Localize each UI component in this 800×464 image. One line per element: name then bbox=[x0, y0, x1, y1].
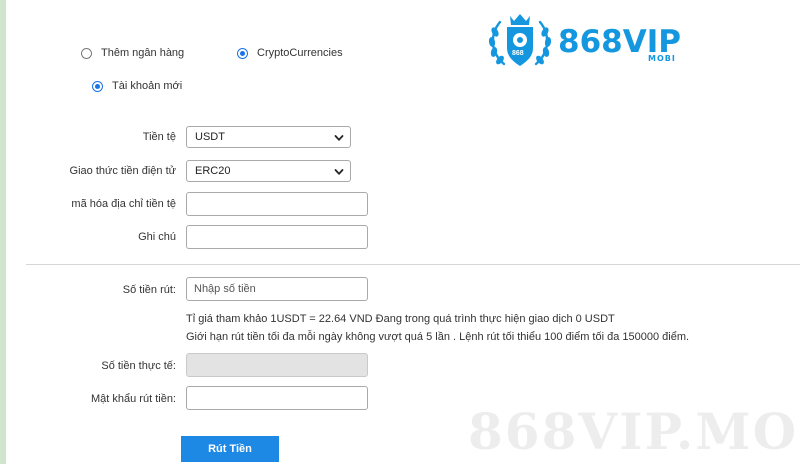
withdraw-limit-info: Giới hạn rút tiền tối đa mỗi ngày không … bbox=[186, 331, 690, 343]
amount-label: Số tiền rút: bbox=[122, 284, 176, 296]
watermark: 868VIP.MOBI bbox=[468, 402, 800, 461]
radio-add-bank-circle[interactable] bbox=[81, 47, 92, 59]
section-divider bbox=[26, 264, 800, 265]
radio-crypto-circle[interactable] bbox=[237, 47, 248, 59]
radio-add-bank-label: Thêm ngân hàng bbox=[101, 47, 185, 59]
amount-input[interactable]: Nhập số tiền bbox=[186, 277, 368, 301]
password-label: Mật khẩu rút tiền: bbox=[91, 393, 176, 405]
amount-label-wrap: Số tiền rút: bbox=[0, 284, 176, 296]
actual-amount-input bbox=[186, 353, 368, 377]
radio-crypto-label: CryptoCurrencies bbox=[257, 47, 343, 59]
note-input[interactable] bbox=[186, 225, 368, 249]
withdraw-page: Thêm ngân hàng CryptoCurrencies Tài khoả… bbox=[0, 0, 800, 464]
protocol-value: ERC20 bbox=[195, 165, 231, 177]
address-label-wrap: mã hóa địa chỉ tiền tệ bbox=[0, 198, 176, 210]
actual-amount-label-wrap: Số tiền thực tế: bbox=[0, 360, 176, 372]
chevron-down-icon bbox=[334, 135, 344, 141]
chevron-down-icon bbox=[334, 169, 344, 175]
currency-label-wrap: Tiền tệ bbox=[0, 131, 176, 143]
currency-label: Tiền tệ bbox=[142, 131, 176, 143]
radio-add-bank[interactable]: Thêm ngân hàng bbox=[81, 47, 184, 59]
password-label-wrap: Mật khẩu rút tiền: bbox=[0, 393, 176, 405]
brand-logo: 868 868VIP MOBI bbox=[486, 12, 716, 72]
currency-value: USDT bbox=[195, 131, 225, 143]
radio-new-account[interactable]: Tài khoản mới bbox=[92, 80, 182, 92]
address-label: mã hóa địa chỉ tiền tệ bbox=[71, 198, 176, 210]
protocol-label-wrap: Giao thức tiền điện tử bbox=[0, 165, 176, 177]
password-input[interactable] bbox=[186, 386, 368, 410]
laurel-shield-icon bbox=[488, 14, 552, 66]
protocol-select[interactable]: ERC20 bbox=[186, 160, 351, 182]
amount-placeholder: Nhập số tiền bbox=[194, 283, 256, 295]
withdraw-submit-button[interactable]: Rút Tiền bbox=[181, 436, 279, 462]
currency-select[interactable]: USDT bbox=[186, 126, 351, 148]
radio-crypto[interactable]: CryptoCurrencies bbox=[237, 47, 343, 59]
note-label: Ghi chú bbox=[138, 231, 176, 243]
protocol-label: Giao thức tiền điện tử bbox=[69, 165, 176, 177]
exchange-rate-info: Tỉ giá tham khảo 1USDT = 22.64 VND Đang … bbox=[186, 313, 615, 325]
logo-sub-text: MOBI bbox=[648, 54, 676, 63]
logo-badge-text: 868 bbox=[512, 50, 524, 57]
address-input[interactable] bbox=[186, 192, 368, 216]
radio-new-account-label: Tài khoản mới bbox=[112, 80, 183, 92]
radio-new-account-circle[interactable] bbox=[92, 80, 103, 92]
note-label-wrap: Ghi chú bbox=[0, 231, 176, 243]
actual-amount-label: Số tiền thực tế: bbox=[101, 360, 176, 372]
